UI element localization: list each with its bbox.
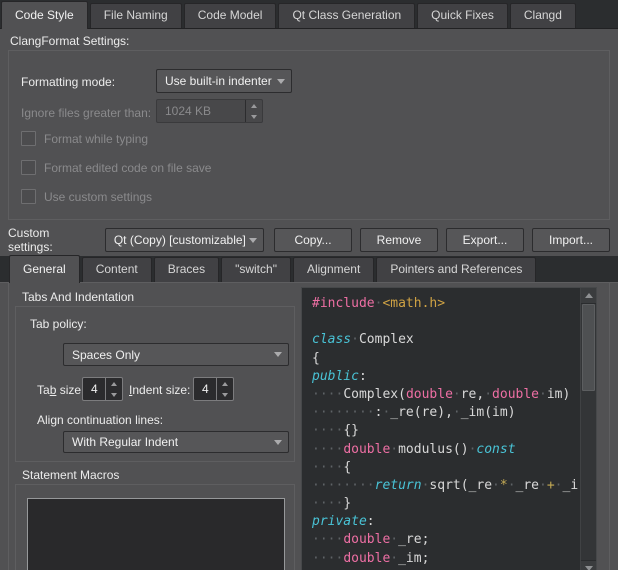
tab-code-style[interactable]: Code Style (1, 1, 88, 29)
indent-size-spinbox[interactable]: 4 (193, 377, 234, 401)
export-button[interactable]: Export... (446, 228, 524, 252)
checkbox-label: Format while typing (44, 132, 148, 146)
checkbox-label: Format edited code on file save (44, 161, 211, 175)
tab-code-model[interactable]: Code Model (184, 3, 277, 28)
code-line (312, 313, 580, 331)
indent-size-value: 4 (194, 378, 216, 400)
tab-file-naming[interactable]: File Naming (90, 3, 182, 28)
tab-policy-combo[interactable]: Spaces Only (63, 343, 289, 366)
custom-settings-combo[interactable]: Qt (Copy) [customizable] (105, 228, 264, 252)
scroll-up-icon (585, 293, 593, 298)
vertical-scrollbar[interactable] (580, 288, 596, 570)
tab-alignment[interactable]: Alignment (293, 257, 374, 282)
spin-buttons[interactable] (105, 378, 122, 400)
custom-settings-label: Custom settings: (8, 226, 97, 254)
spin-buttons[interactable] (245, 100, 262, 122)
statement-macros-list[interactable] (27, 498, 285, 570)
custom-settings-row: Custom settings: Qt (Copy) [customizable… (8, 228, 610, 252)
tab-quick-fixes[interactable]: Quick Fixes (417, 3, 508, 28)
code-preview-lines: #include·<math.h> class·Complex{public:·… (312, 295, 580, 568)
checkbox-use-custom-settings[interactable]: Use custom settings (21, 189, 152, 204)
ignore-files-value: 1024 KB (157, 100, 245, 122)
checkbox-icon (21, 131, 36, 146)
code-line: ····double·modulus()·const (312, 441, 580, 459)
code-style-settings-page: Code StyleFile NamingCode ModelQt Class … (0, 0, 618, 570)
tab-braces[interactable]: Braces (154, 257, 219, 282)
custom-settings-buttons: Copy... Remove Export... Import... (264, 228, 610, 252)
code-line: ····double·_re; (312, 531, 580, 549)
checkbox-label: Use custom settings (44, 190, 152, 204)
code-line: class·Complex (312, 331, 580, 349)
spin-down-icon (251, 115, 257, 119)
spin-down-icon (111, 393, 117, 397)
tab-policy-value: Spaces Only (72, 348, 140, 362)
tabs-indentation-title: Tabs And Indentation (22, 290, 134, 304)
general-tab-pane: Tabs And Indentation Tab policy: Spaces … (8, 282, 610, 570)
code-line: ········:·_re(re),·_im(im) (312, 404, 580, 422)
chevron-down-icon (249, 238, 257, 243)
tab-switch[interactable]: "switch" (221, 257, 291, 282)
clangformat-group: Formatting mode: Use built-in indenter I… (8, 50, 610, 220)
spin-down-icon (222, 393, 228, 397)
code-line: ····} (312, 495, 580, 513)
scrollbar-up-button[interactable] (581, 288, 596, 304)
code-line: #include·<math.h> (312, 295, 580, 313)
code-line: ····{} (312, 422, 580, 440)
scrollbar-down-button[interactable] (581, 560, 596, 570)
align-continuation-value: With Regular Indent (72, 435, 178, 449)
code-line: public: (312, 368, 580, 386)
code-line: ········return·sqrt(_re·*·_re·+·_i (312, 477, 580, 495)
checkbox-format-while-typing[interactable]: Format while typing (21, 131, 148, 146)
checkbox-icon (21, 160, 36, 175)
chevron-down-icon (274, 440, 282, 445)
tab-size-label: Tab size: (37, 383, 84, 397)
tab-pointers-and-references[interactable]: Pointers and References (376, 257, 536, 282)
tab-size-value: 4 (83, 378, 105, 400)
code-line: ····double·_im; (312, 550, 580, 568)
tabs-indentation-group: Tab policy: Spaces Only Tab size: 4 Inde… (15, 306, 295, 462)
align-continuation-label: Align continuation lines: (37, 413, 163, 427)
chevron-down-icon (274, 352, 282, 357)
style-tabbar: GeneralContentBraces"switch"AlignmentPoi… (0, 256, 618, 283)
copy-button[interactable]: Copy... (274, 228, 352, 252)
checkbox-icon (21, 189, 36, 204)
settings-tabbar: Code StyleFile NamingCode ModelQt Class … (0, 0, 618, 29)
spin-buttons[interactable] (216, 378, 233, 400)
spin-up-icon (251, 104, 257, 108)
code-line: ····Complex(double·re,·double·im) (312, 386, 580, 404)
tab-clangd[interactable]: Clangd (510, 3, 576, 28)
spin-up-icon (222, 382, 228, 386)
ignore-files-label: Ignore files greater than: (21, 106, 151, 120)
tab-policy-label: Tab policy: (30, 317, 87, 331)
tab-general[interactable]: General (9, 255, 80, 283)
scrollbar-thumb[interactable] (582, 304, 595, 391)
ignore-files-spinbox[interactable]: 1024 KB (156, 99, 263, 123)
formatting-mode-label: Formatting mode: (21, 75, 115, 89)
code-line: private: (312, 513, 580, 531)
align-continuation-combo[interactable]: With Regular Indent (63, 431, 289, 453)
clangformat-group-title: ClangFormat Settings: (10, 34, 129, 48)
import-button[interactable]: Import... (532, 228, 610, 252)
custom-settings-value: Qt (Copy) [customizable] (114, 233, 246, 247)
indent-size-label: Indent size: (129, 383, 190, 397)
code-preview-editor[interactable]: #include·<math.h> class·Complex{public:·… (301, 287, 597, 570)
statement-macros-title: Statement Macros (22, 468, 119, 482)
tab-content[interactable]: Content (82, 257, 152, 282)
code-line: ····{ (312, 459, 580, 477)
spin-up-icon (111, 382, 117, 386)
chevron-down-icon (277, 79, 285, 84)
tab-size-spinbox[interactable]: 4 (82, 377, 123, 401)
remove-button[interactable]: Remove (360, 228, 438, 252)
tab-qt-class-generation[interactable]: Qt Class Generation (278, 3, 415, 28)
code-line: { (312, 350, 580, 368)
checkbox-format-edited-code-on-file-save[interactable]: Format edited code on file save (21, 160, 211, 175)
formatting-mode-value: Use built-in indenter (165, 74, 272, 88)
formatting-mode-combo[interactable]: Use built-in indenter (156, 69, 292, 93)
statement-macros-group (15, 484, 295, 570)
scroll-down-icon (585, 566, 593, 570)
